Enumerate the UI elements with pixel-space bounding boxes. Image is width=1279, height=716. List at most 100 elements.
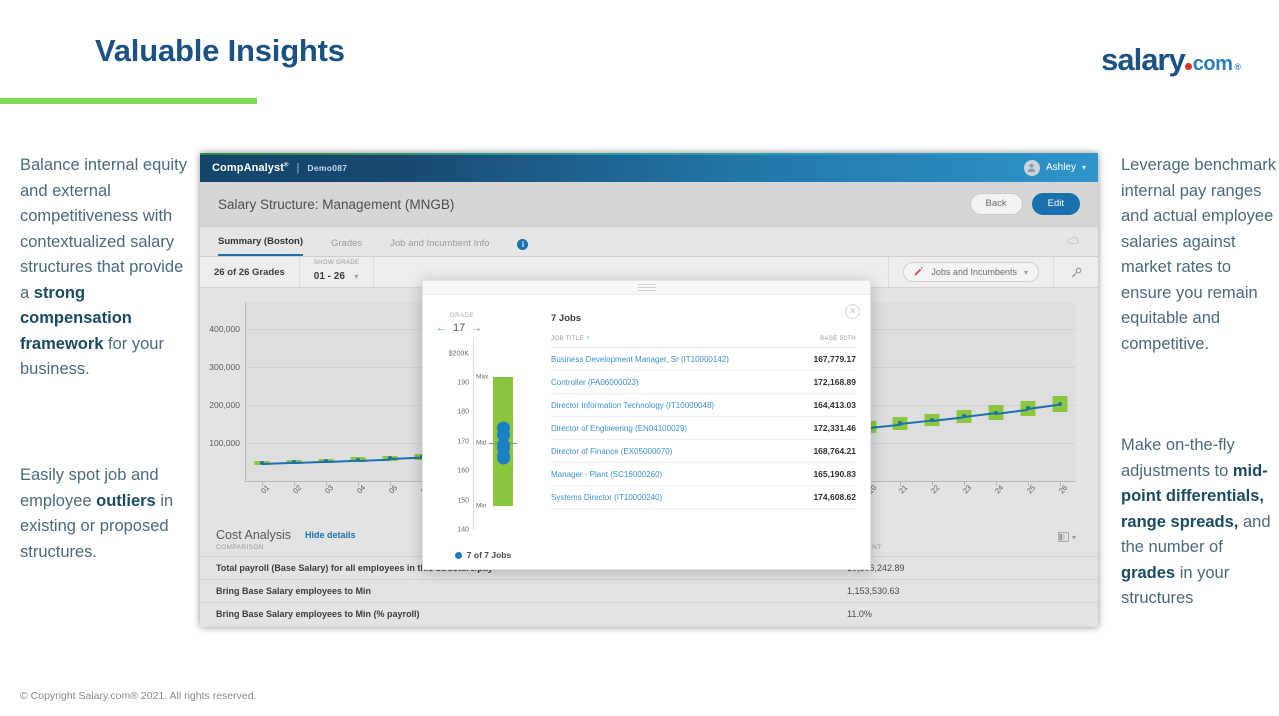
job-base-50th-value: 172,331.46 (797, 416, 856, 440)
y-axis-tick-label: 400,000 (209, 323, 240, 334)
tenant-name: Demo087 (307, 162, 348, 173)
job-base-50th-value: 164,413.03 (797, 393, 856, 417)
logo-com-text: com (1184, 53, 1233, 76)
mini-y-axis-tick-label: 180 (457, 408, 469, 416)
chevron-down-icon: ▾ (1081, 163, 1086, 172)
midpoint-marker[interactable] (387, 456, 392, 461)
cloud-download-icon[interactable] (1067, 233, 1080, 251)
base-50th-column-header[interactable]: BASE 50TH (797, 335, 856, 348)
x-axis-tick-label: 04 (354, 483, 367, 496)
midpoint-trend-line (293, 460, 326, 465)
topbar-accent-stripe (200, 153, 1098, 155)
range-mid-label: Mid (476, 439, 487, 447)
x-axis-tick-label: 03 (322, 483, 336, 496)
midpoint-marker[interactable] (291, 460, 296, 465)
midpoint-marker[interactable] (930, 418, 935, 423)
table-row: Bring Base Salary employees to Min 1,153… (200, 579, 1098, 602)
x-axis-tick-label: 25 (1025, 483, 1038, 496)
grade-number: 17 (453, 322, 466, 334)
hide-details-link[interactable]: Hide details (305, 530, 356, 540)
job-base-50th-value: 172,168.89 (797, 370, 856, 394)
drag-handle-icon (637, 282, 656, 293)
midpoint-marker[interactable] (994, 410, 999, 415)
midpoint-marker[interactable] (1058, 402, 1063, 407)
show-grade-selector[interactable]: SHOW GRADE 01 - 26 ▾ (300, 257, 375, 287)
cost-row-current: 11.0% (847, 609, 872, 619)
table-row: Director of Finance (EX05000070) 168,764.… (551, 439, 856, 463)
cost-analysis-title: Cost Analysis (216, 528, 292, 542)
grade-next-arrow-icon[interactable]: → (471, 322, 482, 334)
job-title-link[interactable]: Business Development Manager, Sr (IT1000… (551, 347, 798, 371)
grade-range-panel: GRADE ← 17 → 140 150 160 170 180 190 $200K Max M… (423, 295, 543, 570)
tab-grades[interactable]: Grades (331, 238, 362, 256)
midpoint-marker[interactable] (323, 458, 328, 463)
midpoint-marker[interactable] (259, 461, 264, 466)
copy-left-secondary: Easily spot job and employee outliers in… (20, 463, 192, 565)
copy-right-primary: Leverage benchmark internal pay ranges a… (1121, 156, 1277, 353)
job-base-50th-value: 167,779.17 (797, 347, 856, 371)
copy-left-2-bold: outliers (96, 491, 156, 510)
jobs-table: JOB TITLE ↑ BASE 50TH Business Developme… (551, 335, 856, 509)
job-base-50th-value: 174,608.62 (797, 485, 856, 509)
midpoint-marker[interactable] (898, 421, 903, 426)
midpoint-trend-line (261, 462, 294, 466)
back-button[interactable]: Back (969, 193, 1023, 215)
title-underline-rule (0, 98, 257, 104)
mini-y-axis-tick-label: 160 (457, 467, 469, 475)
show-grade-chevron-down-icon: ▾ (354, 272, 359, 281)
mini-y-axis-tick-label: $200K (448, 350, 469, 358)
copy-left-primary: Balance internal equity and external com… (20, 153, 192, 383)
mini-y-axis-tick-label: 170 (457, 438, 469, 446)
midpoint-marker[interactable] (1026, 406, 1031, 411)
midpoint-marker[interactable] (962, 414, 967, 419)
x-axis-tick-label: 26 (1057, 483, 1070, 496)
x-axis-tick-label: 01 (258, 483, 272, 496)
close-icon[interactable]: ✕ (845, 304, 860, 319)
job-title-link[interactable]: Manager - Plant (SC16000260) (551, 462, 798, 486)
mini-y-axis-tick-label: 150 (457, 497, 469, 505)
y-axis-tick-label: 100,000 (209, 437, 240, 448)
range-max-label: Max (476, 373, 489, 381)
tab-summary[interactable]: Summary (Boston) (218, 236, 303, 256)
mini-y-axis-tick-label: 140 (457, 526, 469, 534)
jobs-panel: 7 Jobs JOB TITLE ↑ BASE 50TH Business De… (543, 295, 870, 570)
cost-row-label: Bring Base Salary employees to Min (% pa… (216, 609, 420, 619)
user-menu[interactable]: Ashley ▾ (1023, 159, 1086, 176)
table-row: Bring Base Salary employees to Min (% pa… (200, 602, 1098, 625)
x-axis-tick-label: 24 (993, 483, 1006, 496)
job-title-link[interactable]: Controller (FA06000023) (551, 370, 798, 394)
job-title-link[interactable]: Systems Director (IT10000240) (551, 485, 798, 509)
column-chooser-button[interactable]: ▾ (1057, 532, 1076, 542)
topbar-divider: | (296, 161, 300, 174)
info-icon[interactable]: i (517, 239, 529, 250)
grade-navigator: GRADE ← 17 → (436, 304, 482, 334)
mini-y-axis-tick-label: 190 (457, 379, 469, 387)
cost-row-current: 1,153,530.63 (847, 586, 900, 596)
edit-button[interactable]: Edit (1031, 193, 1080, 215)
table-row: Director of Engineering (EN04100029) 172,… (551, 416, 856, 440)
page-title: Valuable Insights (95, 33, 345, 68)
grade-prev-arrow-icon[interactable]: ← (436, 322, 447, 334)
job-title-link[interactable]: Director of Engineering (EN04100029) (551, 416, 798, 440)
key-icon (1071, 267, 1081, 277)
structure-sub-header: Salary Structure: Management (MNGB) Back… (200, 182, 1098, 227)
jobs-incumbents-selector[interactable]: Jobs and Incumbents ▾ (889, 257, 1054, 287)
settings-key-button[interactable] (1054, 257, 1098, 287)
grade-range-plot: 140 150 160 170 180 190 $200K Max Mid Min (449, 339, 524, 534)
tab-job-and-incumbent-info[interactable]: Job and Incumbent Info (390, 238, 489, 256)
job-title-column-header[interactable]: JOB TITLE ↑ (551, 335, 798, 348)
job-point-marker[interactable] (497, 451, 510, 465)
job-title-link[interactable]: Director Information Technology (IT10000… (551, 393, 798, 417)
y-axis-tick-label: 300,000 (209, 361, 240, 372)
copyright-notice: © Copyright Salary.com® 2021. All rights… (20, 690, 257, 702)
grades-count-label: 26 of 26 Grades (214, 266, 285, 278)
jobs-incumbents-chevron-down-icon: ▾ (1023, 267, 1028, 277)
job-base-50th-value: 165,190.83 (797, 462, 856, 486)
modal-drag-handle[interactable] (423, 281, 870, 295)
midpoint-marker[interactable] (355, 457, 360, 462)
avatar (1023, 159, 1040, 176)
job-title-link[interactable]: Director of Finance (EX05000070) (551, 439, 798, 463)
y-axis-tick-label: 200,000 (209, 399, 240, 410)
app-screenshot-frame: CompAnalyst® | Demo087 Ashley ▾ Salary S… (200, 153, 1098, 627)
jobs-incumbents-label: Jobs and Incumbents (931, 267, 1017, 277)
